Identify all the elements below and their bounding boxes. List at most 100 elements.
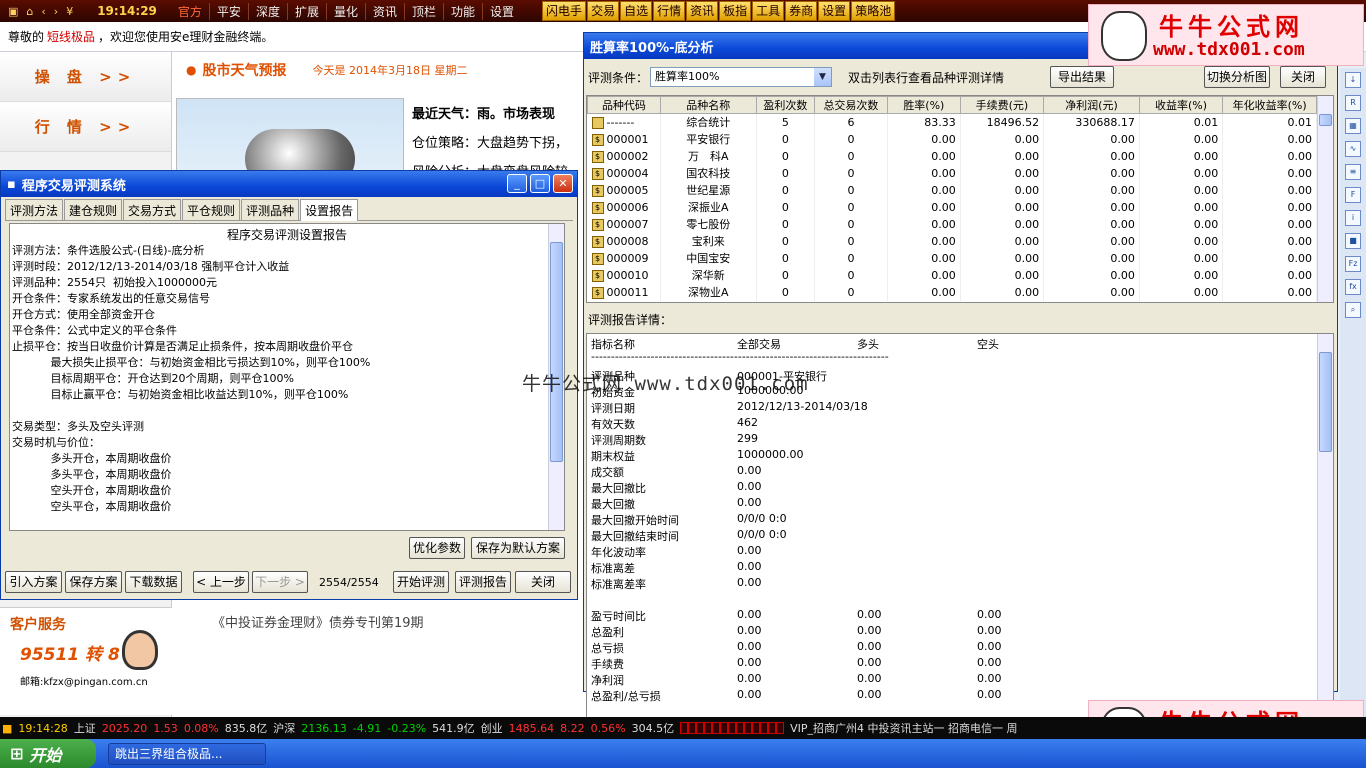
nav-trade[interactable]: 操 盘 >> xyxy=(0,52,171,102)
menu-pingan[interactable]: 平安 xyxy=(210,2,249,20)
start-eval-button[interactable]: 开始评测 xyxy=(393,571,449,593)
download-data-button[interactable]: 下载数据 xyxy=(125,571,182,593)
detail-metric-value: 0.00 xyxy=(737,560,762,573)
btn-setup[interactable]: 设置 xyxy=(818,1,851,21)
close-icon[interactable]: ✕ xyxy=(553,174,573,193)
value-cell: 0 xyxy=(756,164,816,182)
f10-icon[interactable]: F xyxy=(1345,187,1361,203)
btn-watchlist[interactable]: 自选 xyxy=(620,1,653,21)
tab-method[interactable]: 评测方法 xyxy=(5,199,64,220)
btn-quotes[interactable]: 行情 xyxy=(653,1,686,21)
column-header[interactable]: 总交易次数 xyxy=(814,96,888,114)
chevron-down-icon[interactable]: ▼ xyxy=(814,68,831,86)
dropdown-icon[interactable]: ¥ xyxy=(66,5,73,18)
home-icon[interactable]: ⌂ xyxy=(26,5,33,18)
cond-select[interactable]: 胜算率100% ▼ xyxy=(650,67,832,87)
menu-quant[interactable]: 量化 xyxy=(327,2,366,20)
import-scheme-button[interactable]: 引入方案 xyxy=(5,571,62,593)
switch-chart-button[interactable]: 切换分析图 xyxy=(1204,66,1270,88)
sh-amount: 835.8亿 xyxy=(224,722,268,735)
list-icon[interactable]: ≡ xyxy=(1345,164,1361,180)
detail-scrollbar[interactable] xyxy=(1317,334,1333,720)
scroll-thumb[interactable] xyxy=(1319,352,1332,452)
menu-info[interactable]: 资讯 xyxy=(366,2,405,20)
value-cell: 0 xyxy=(756,232,816,250)
menu-depth[interactable]: 深度 xyxy=(249,2,288,20)
sh-pct: 0.08% xyxy=(183,721,219,735)
close-result-button[interactable]: 关闭 xyxy=(1280,66,1326,88)
column-header[interactable]: 品种代码 xyxy=(587,96,661,114)
table-row[interactable]: ------- 综合统计 5 6 83.33 18496.52 330688.17 0.01 0… xyxy=(587,113,1317,131)
server-info[interactable]: VIP_招商广州4 中投资讯主站一 招商电信一 周 xyxy=(790,720,1017,736)
btn-trade[interactable]: 交易 xyxy=(587,1,620,21)
column-header[interactable]: 品种名称 xyxy=(659,96,757,114)
tab-close-rules[interactable]: 平仓规则 xyxy=(182,199,241,220)
table-row[interactable]: $000011 深物业A 0 0 0.00 0.00 0.00 0.00 0.00 xyxy=(587,283,1317,301)
table-row[interactable]: $000004 国农科技 0 0 0.00 0.00 0.00 0.00 0.00 xyxy=(587,164,1317,182)
tab-open-rules[interactable]: 建仓规则 xyxy=(64,199,123,220)
btn-broker[interactable]: 券商 xyxy=(785,1,818,21)
menu-official[interactable]: 官方 xyxy=(171,2,210,20)
eval-dialog-titlebar[interactable]: ▪ 程序交易评测系统 xyxy=(1,171,577,197)
scroll-thumb[interactable] xyxy=(550,242,563,462)
report-icon[interactable]: R xyxy=(1345,95,1361,111)
news-link[interactable]: 《中投证券金理财》债券专刊第19期 xyxy=(212,612,424,631)
stock-icon: $ xyxy=(591,252,604,265)
table-row[interactable]: $000009 中国宝安 0 0 0.00 0.00 0.00 0.00 0.00 xyxy=(587,249,1317,267)
info-icon[interactable]: i xyxy=(1345,210,1361,226)
forward-icon[interactable]: › xyxy=(54,5,58,18)
arrow-down-icon[interactable]: ↓ xyxy=(1345,72,1361,88)
save-scheme-button[interactable]: 保存方案 xyxy=(65,571,122,593)
export-button[interactable]: 导出结果 xyxy=(1050,66,1114,88)
column-header[interactable]: 年化收益率(%) xyxy=(1222,96,1317,114)
menu-function[interactable]: 功能 xyxy=(444,2,484,20)
optimize-button[interactable]: 优化参数 xyxy=(409,537,465,559)
settings-report-box[interactable]: 程序交易评测设置报告 评测方法：条件选股公式-(日线)-底分析 评测时段：2012… xyxy=(9,223,565,531)
code-cell: $000011 xyxy=(587,283,661,301)
table-row[interactable]: $000001 平安银行 0 0 0.00 0.00 0.00 0.00 0.00 xyxy=(587,130,1317,148)
btn-strategy-pool[interactable]: 策略池 xyxy=(851,1,896,21)
table-row[interactable]: $000008 宝利来 0 0 0.00 0.00 0.00 0.00 0.00 xyxy=(587,232,1317,250)
nav-quotes[interactable]: 行 情 >> xyxy=(0,102,171,152)
table-row[interactable]: $000005 世纪星源 0 0 0.00 0.00 0.00 0.00 0.00 xyxy=(587,181,1317,199)
grid-icon[interactable]: ▦ xyxy=(1345,118,1361,134)
back-icon[interactable]: ‹ xyxy=(41,5,45,18)
table-row[interactable]: $000002 万 科A 0 0 0.00 0.00 0.00 0.00 0.00 xyxy=(587,147,1317,165)
btn-flash[interactable]: 闪电手 xyxy=(542,1,587,21)
prev-step-button[interactable]: < 上一步 xyxy=(193,571,249,593)
fz-icon[interactable]: Fz xyxy=(1345,256,1361,272)
column-header[interactable]: 手续费(元) xyxy=(959,96,1045,114)
value-cell: 330688.17 xyxy=(1043,113,1140,131)
search-icon[interactable]: ⌕ xyxy=(1345,302,1361,318)
close-button[interactable]: 关闭 xyxy=(515,571,571,593)
btn-news[interactable]: 资讯 xyxy=(686,1,719,21)
save-default-button[interactable]: 保存为默认方案 xyxy=(471,537,565,559)
column-header[interactable]: 净利润(元) xyxy=(1043,96,1140,114)
tab-instruments[interactable]: 评测品种 xyxy=(241,199,300,220)
table-row[interactable]: $000010 深华新 0 0 0.00 0.00 0.00 0.00 0.00 xyxy=(587,266,1317,284)
tab-report[interactable]: 设置报告 xyxy=(300,199,359,221)
note-icon[interactable]: ■ xyxy=(1345,233,1361,249)
weather-title[interactable]: 股市天气预报 xyxy=(202,60,286,80)
tab-trade-mode[interactable]: 交易方式 xyxy=(123,199,182,220)
table-scrollbar[interactable] xyxy=(1317,96,1333,302)
minimize-icon[interactable]: _ xyxy=(507,174,527,193)
start-button[interactable]: ⊞ 开始 xyxy=(0,739,96,768)
maximize-icon[interactable]: □ xyxy=(530,174,550,193)
column-header[interactable]: 盈利次数 xyxy=(755,96,816,114)
scroll-thumb[interactable] xyxy=(1319,114,1332,126)
table-row[interactable]: $000006 深振业A 0 0 0.00 0.00 0.00 0.00 0.00 xyxy=(587,198,1317,216)
btn-tools[interactable]: 工具 xyxy=(752,1,785,21)
menu-topbar[interactable]: 顶栏 xyxy=(405,2,445,20)
menu-extend[interactable]: 扩展 xyxy=(288,2,327,20)
table-row[interactable]: $000007 零七股份 0 0 0.00 0.00 0.00 0.00 0.00 xyxy=(587,215,1317,233)
hint-text: 双击列表行查看品种评测详情 xyxy=(848,71,1005,85)
chart-icon[interactable]: ∿ xyxy=(1345,141,1361,157)
column-header[interactable]: 胜率(%) xyxy=(886,96,961,114)
menu-settings[interactable]: 设置 xyxy=(483,3,521,20)
column-header[interactable]: 收益率(%) xyxy=(1138,96,1224,114)
eval-report-button[interactable]: 评测报告 xyxy=(455,571,511,593)
btn-index[interactable]: 板指 xyxy=(719,1,752,21)
taskbar-item[interactable]: 跳出三界组合极品... xyxy=(108,742,266,765)
fx-icon[interactable]: fx xyxy=(1345,279,1361,295)
